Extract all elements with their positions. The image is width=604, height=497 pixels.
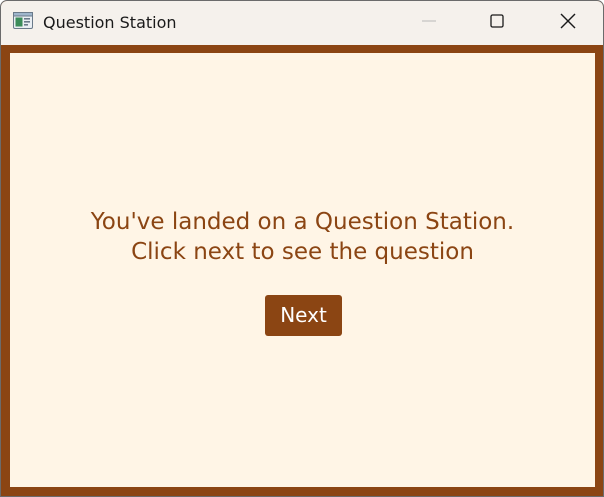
app-window: Question Station You've landed on a Ques… [0,0,604,497]
minimize-icon [421,13,437,33]
maximize-icon [489,13,505,33]
minimize-button[interactable] [406,1,452,45]
message-line-2: Click next to see the question [131,239,474,265]
app-window-icon [13,12,33,29]
message-line-1: You've landed on a Question Station. [90,209,515,235]
maximize-button[interactable] [474,1,520,45]
window-title: Question Station [43,13,177,32]
close-button[interactable] [545,1,591,45]
title-bar[interactable]: Question Station [1,1,603,45]
station-message: You've landed on a Question Station. Cli… [10,207,595,267]
close-icon [559,12,577,34]
next-button[interactable]: Next [265,295,342,336]
content-panel: You've landed on a Question Station. Cli… [10,53,595,487]
